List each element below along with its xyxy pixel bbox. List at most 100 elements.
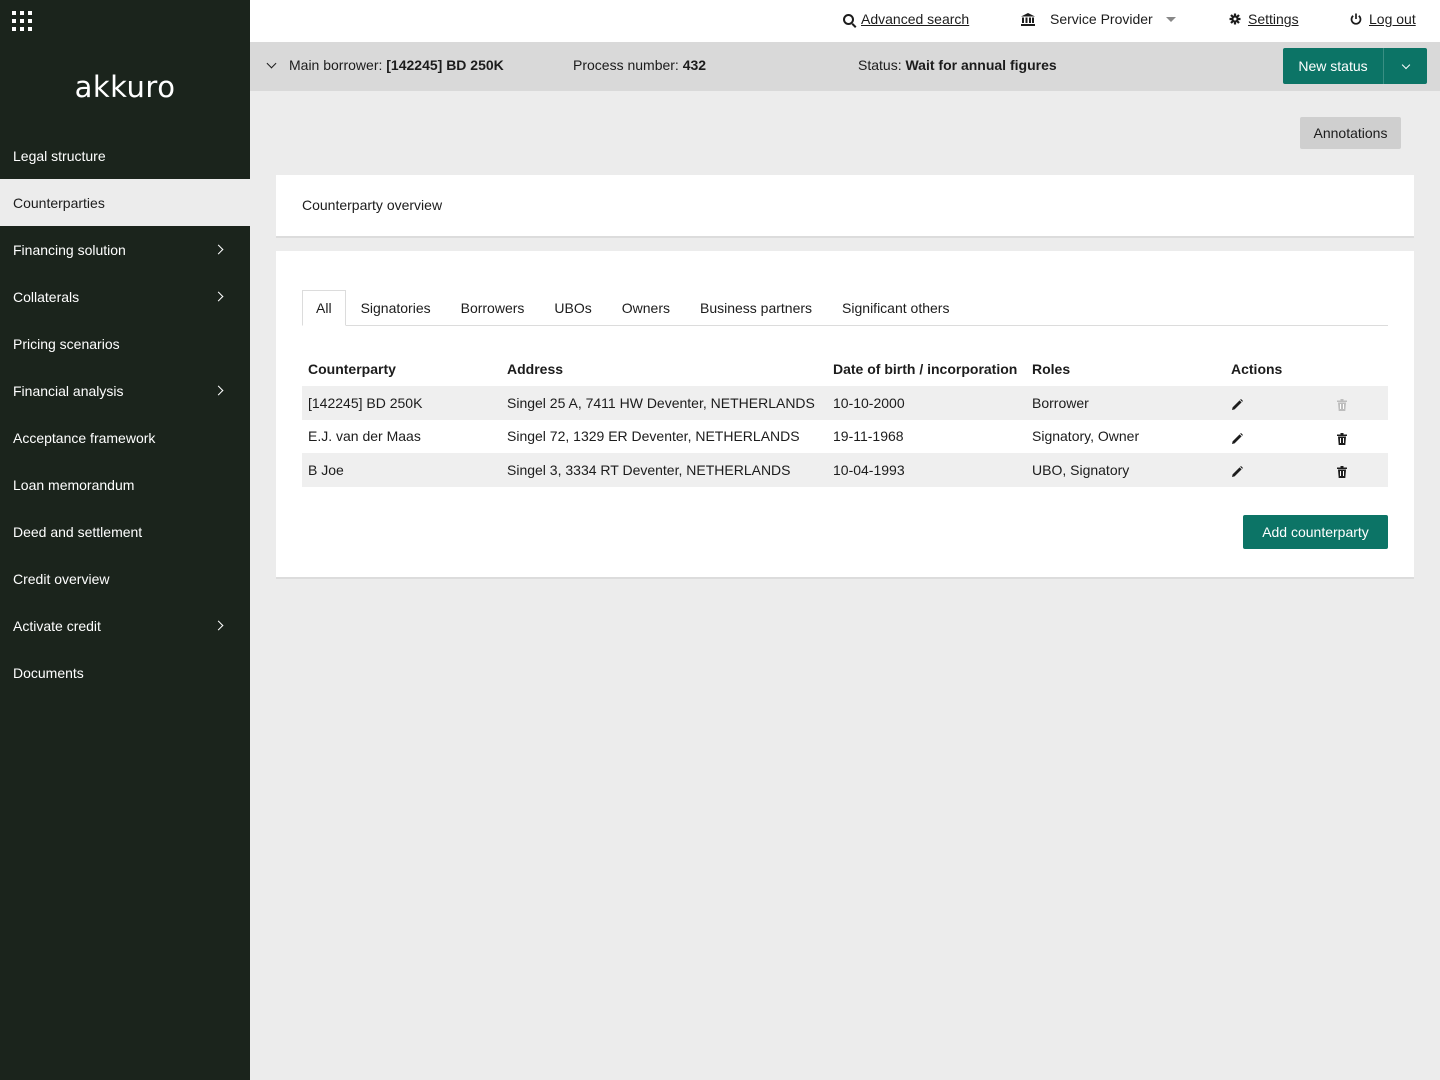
edit-pencil-icon[interactable] — [1231, 465, 1243, 478]
sidebar-item-activate-credit[interactable]: Activate credit — [0, 602, 250, 649]
sidebar-item-credit-overview[interactable]: Credit overview — [0, 555, 250, 602]
advanced-search-label[interactable]: Advanced search — [861, 11, 969, 27]
table-row: E.J. van der Maas Singel 72, 1329 ER Deve… — [302, 420, 1388, 454]
sidebar-item-label: Deed and settlement — [13, 523, 143, 540]
process-status: Status: Wait for annual figures — [858, 57, 1057, 73]
sidebar-item-label: Financial analysis — [13, 382, 124, 399]
gear-icon — [1229, 13, 1241, 25]
settings-label[interactable]: Settings — [1248, 11, 1299, 27]
cell-edit — [1225, 420, 1333, 454]
new-status-button[interactable]: New status — [1283, 48, 1384, 84]
sidebar-item-collaterals[interactable]: Collaterals — [0, 273, 250, 320]
delete-trash-icon[interactable] — [1337, 432, 1347, 445]
sidebar-item-loan-memorandum[interactable]: Loan memorandum — [0, 461, 250, 508]
cell-delete — [1333, 420, 1388, 454]
cell-edit — [1225, 386, 1333, 420]
sidebar-item-label: Collaterals — [13, 288, 80, 305]
tab-significant-others[interactable]: Significant others — [827, 290, 964, 326]
add-counterparty-button[interactable]: Add counterparty — [1243, 515, 1388, 549]
main-borrower: Main borrower: [142245] BD 250K — [289, 57, 504, 73]
delete-trash-icon[interactable] — [1337, 465, 1347, 479]
column-header-actions: Actions — [1231, 361, 1283, 377]
main-borrower-label: Main borrower: — [289, 57, 383, 73]
cell-address: Singel 25 A, 7411 HW Deventer, NETHERLAN… — [501, 386, 827, 420]
sidebar-item-pricing-scenarios[interactable]: Pricing scenarios — [0, 320, 250, 367]
cell-delete — [1333, 386, 1388, 420]
search-icon — [843, 13, 854, 25]
table-row: [142245] BD 250K Singel 25 A, 7411 HW Dev… — [302, 386, 1388, 420]
counterparty-table: Counterparty Address Date of birth / inc… — [302, 352, 1388, 487]
settings-link[interactable]: Settings — [1229, 11, 1299, 27]
akkuro-logo: akkuro — [74, 70, 176, 104]
sidebar-item-label: Acceptance framework — [13, 429, 156, 446]
status-value: Wait for annual figures — [905, 57, 1057, 73]
chevron-right-icon — [213, 385, 224, 396]
page-title: Counterparty overview — [302, 197, 443, 213]
logout-label[interactable]: Log out — [1369, 11, 1416, 27]
chevron-right-icon — [213, 620, 224, 631]
counterparty-overview-header: Counterparty overview — [276, 175, 1414, 238]
table-header-row: Counterparty Address Date of birth / inc… — [302, 352, 1388, 386]
sidebar-item-label: Financing solution — [13, 241, 126, 258]
cell-roles: UBO, Signatory — [1026, 453, 1225, 487]
chevron-down-icon — [1401, 60, 1410, 69]
tab-business-partners[interactable]: Business partners — [685, 290, 827, 326]
tab-all[interactable]: All — [302, 290, 346, 326]
counterparty-panel: All Signatories Borrowers UBOs Owners Busines… — [276, 251, 1414, 579]
new-status-dropdown-toggle[interactable] — [1384, 48, 1427, 84]
cell-date: 19-11-1968 — [833, 428, 904, 445]
top-bar: Advanced search Service Provider Setting… — [250, 0, 1440, 42]
sidebar-item-label: Loan memorandum — [13, 476, 135, 493]
chevron-down-icon[interactable] — [266, 58, 277, 69]
power-icon — [1350, 13, 1362, 25]
sidebar: akkuro Legal structure Counterparties Fina… — [0, 0, 250, 1080]
edit-pencil-icon[interactable] — [1231, 432, 1243, 444]
caret-down-icon — [1165, 16, 1176, 22]
sidebar-item-financial-analysis[interactable]: Financial analysis — [0, 367, 250, 414]
sidebar-item-label: Activate credit — [13, 617, 101, 634]
delete-trash-icon — [1337, 398, 1347, 412]
logout-link[interactable]: Log out — [1350, 11, 1416, 27]
bank-icon — [1021, 12, 1035, 26]
cell-date: 10-04-1993 — [827, 453, 1026, 487]
cell-date: 10-10-2000 — [827, 386, 1026, 420]
cell-edit — [1225, 453, 1333, 487]
annotations-button[interactable]: Annotations — [1300, 117, 1401, 149]
process-number-label: Process number: — [573, 57, 679, 73]
cell-counterparty: [142245] BD 250K — [302, 386, 501, 420]
column-header-delete — [1333, 352, 1388, 386]
sidebar-item-deed-and-settlement[interactable]: Deed and settlement — [0, 508, 250, 555]
sidebar-nav: Legal structure Counterparties Financing s… — [0, 132, 250, 696]
column-header-roles: Roles — [1032, 361, 1071, 377]
sidebar-item-documents[interactable]: Documents — [0, 649, 250, 696]
cell-roles: Signatory, Owner — [1032, 428, 1140, 445]
sidebar-item-counterparties[interactable]: Counterparties — [0, 179, 250, 226]
column-header-date: Date of birth / incorporation — [833, 361, 1018, 377]
cell-address: Singel 72, 1329 ER Deventer, NETHERLANDS — [507, 428, 800, 445]
sidebar-item-label: Credit overview — [13, 570, 110, 587]
cell-counterparty: B Joe — [302, 453, 501, 487]
tab-owners[interactable]: Owners — [607, 290, 685, 326]
tab-borrowers[interactable]: Borrowers — [446, 290, 540, 326]
sidebar-item-financing-solution[interactable]: Financing solution — [0, 226, 250, 273]
sidebar-item-label: Counterparties — [13, 194, 105, 211]
advanced-search-link[interactable]: Advanced search — [843, 11, 969, 27]
column-header-counterparty: Counterparty — [308, 361, 396, 377]
process-number: Process number: 432 — [573, 57, 706, 73]
chevron-right-icon — [213, 291, 224, 302]
sidebar-item-legal-structure[interactable]: Legal structure — [0, 132, 250, 179]
column-header-address: Address — [507, 361, 564, 377]
sidebar-item-label: Pricing scenarios — [13, 335, 120, 352]
cell-address: Singel 3, 3334 RT Deventer, NETHERLANDS — [501, 453, 827, 487]
sidebar-item-label: Legal structure — [13, 147, 106, 164]
tab-ubos[interactable]: UBOs — [539, 290, 606, 326]
cell-roles: Borrower — [1026, 386, 1225, 420]
sidebar-item-label: Documents — [13, 664, 84, 681]
apps-grid-icon[interactable] — [12, 11, 32, 31]
table-row: B Joe Singel 3, 3334 RT Deventer, NETHERL… — [302, 453, 1388, 487]
edit-pencil-icon[interactable] — [1231, 398, 1243, 411]
tab-signatories[interactable]: Signatories — [346, 290, 446, 326]
service-provider-dropdown[interactable]: Service Provider — [1021, 11, 1176, 27]
new-status-split-button: New status — [1283, 48, 1427, 84]
sidebar-item-acceptance-framework[interactable]: Acceptance framework — [0, 414, 250, 461]
